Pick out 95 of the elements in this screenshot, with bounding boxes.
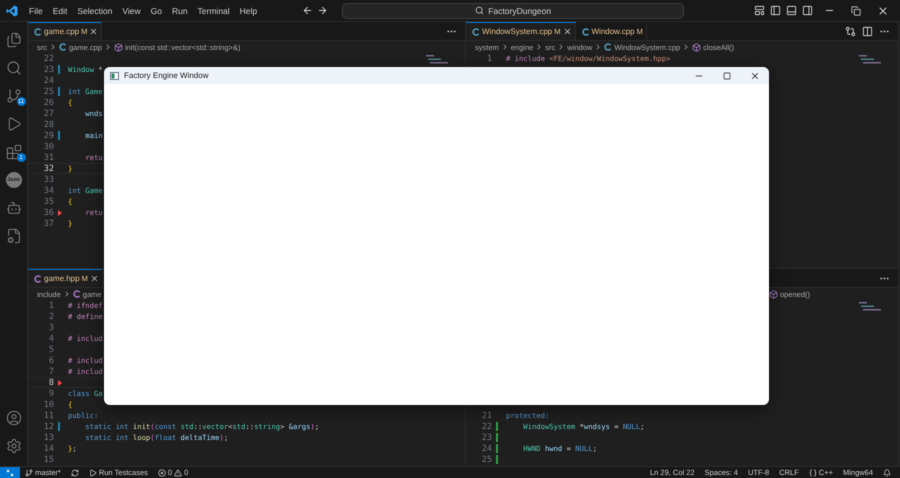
- panel-left-icon[interactable]: [770, 5, 781, 16]
- panel-right-icon[interactable]: [802, 5, 813, 16]
- line-number: 28: [42, 120, 54, 130]
- menu-item[interactable]: Terminal: [192, 6, 235, 16]
- line-number: 27: [42, 108, 54, 118]
- source-file-icon: [582, 28, 590, 36]
- back-icon[interactable]: [302, 5, 314, 16]
- line-number: 5: [48, 344, 54, 354]
- line-number: 1: [486, 54, 492, 64]
- line-number: 25: [480, 454, 492, 464]
- line-number: 32: [42, 164, 54, 174]
- split-editor-icon[interactable]: [862, 26, 873, 36]
- braces-icon: [808, 468, 817, 476]
- window-icon: [110, 72, 119, 80]
- line-number: 12: [42, 422, 54, 432]
- line-number: 7: [48, 366, 54, 376]
- search-field[interactable]: FactoryDungeon: [342, 2, 684, 18]
- menu-item[interactable]: Run: [166, 6, 193, 16]
- remote-button[interactable]: [0, 467, 20, 478]
- compare-icon[interactable]: [845, 26, 856, 36]
- line-number: 31: [42, 152, 54, 162]
- close-icon[interactable]: [90, 274, 99, 283]
- settings-icon[interactable]: [6, 438, 22, 454]
- maximize-icon[interactable]: [723, 72, 731, 80]
- line-number: 34: [42, 186, 54, 196]
- line-number: 14: [42, 444, 54, 454]
- line-number: 23: [42, 64, 54, 74]
- forward-icon[interactable]: [317, 5, 328, 16]
- line-number: 3: [48, 322, 54, 332]
- warning-icon: [174, 468, 182, 476]
- sync-icon: [70, 468, 79, 476]
- logo-icon: [6, 4, 18, 16]
- line-number: 21: [480, 410, 492, 420]
- close-icon[interactable]: [877, 4, 889, 16]
- menu-item[interactable]: Edit: [48, 6, 72, 16]
- line-number: 8: [48, 378, 54, 388]
- search-icon: [475, 6, 484, 15]
- close-icon[interactable]: [89, 27, 98, 36]
- bell-icon: [883, 468, 891, 476]
- source-file-icon: [604, 43, 612, 51]
- cube-icon: [692, 42, 702, 52]
- menu-item[interactable]: Go: [146, 6, 167, 16]
- account-icon[interactable]: [6, 410, 22, 426]
- cube-icon: [768, 290, 778, 298]
- line-number: 15: [42, 454, 54, 464]
- cube-icon: [114, 42, 123, 52]
- line-number: 6: [48, 356, 54, 366]
- line-number: 22: [480, 422, 492, 432]
- line-number: 10: [42, 400, 54, 410]
- line-number: 24: [480, 444, 492, 454]
- line-number: 29: [42, 130, 54, 140]
- line-number: 37: [42, 218, 54, 228]
- panel-bottom-icon[interactable]: [786, 5, 797, 16]
- line-number: 4: [48, 334, 54, 344]
- line-number: 23: [480, 432, 492, 442]
- search-icon[interactable]: [6, 60, 22, 76]
- files-icon[interactable]: [6, 32, 22, 48]
- layout-icon[interactable]: [754, 5, 765, 16]
- branch-icon: [25, 468, 33, 476]
- line-number: 2: [48, 312, 54, 322]
- minimap-drawing[interactable]: [859, 302, 881, 312]
- chevron-icon: [49, 43, 57, 51]
- source-file-icon: [34, 28, 42, 36]
- line-number: 24: [42, 76, 54, 86]
- file-gear-icon[interactable]: [6, 228, 22, 244]
- line-number: 30: [42, 142, 54, 152]
- close-icon[interactable]: [750, 70, 760, 80]
- robot-icon[interactable]: [6, 200, 22, 216]
- line-number: 9: [48, 388, 54, 398]
- restore-icon[interactable]: [851, 6, 861, 16]
- menu-item[interactable]: File: [24, 6, 48, 16]
- menu-item[interactable]: Selection: [72, 6, 118, 16]
- menu-item[interactable]: Help: [234, 6, 262, 16]
- line-number: 35: [42, 196, 54, 206]
- source-file-icon: [472, 28, 480, 36]
- error-icon: [158, 468, 166, 476]
- menu-item[interactable]: View: [117, 6, 146, 16]
- minimap-drawing[interactable]: [426, 55, 448, 65]
- header-file-icon: [34, 274, 42, 282]
- line-number: 33: [42, 174, 54, 184]
- line-number: 13: [42, 432, 54, 442]
- line-number: 11: [42, 410, 54, 420]
- play-icon: [88, 468, 97, 476]
- header-file-icon: [72, 290, 81, 298]
- line-number: 22: [42, 54, 54, 64]
- source-file-icon: [59, 43, 67, 51]
- line-number: 1: [48, 300, 54, 310]
- minimap-drawing[interactable]: [859, 55, 881, 65]
- line-number: 36: [42, 208, 54, 218]
- blocks-icon[interactable]: [6, 144, 22, 160]
- window-title: Factory Engine Window: [124, 71, 208, 80]
- remote-icon: [6, 468, 14, 476]
- close-icon[interactable]: [562, 27, 572, 36]
- line-number: 26: [42, 98, 54, 108]
- line-number: 25: [42, 86, 54, 96]
